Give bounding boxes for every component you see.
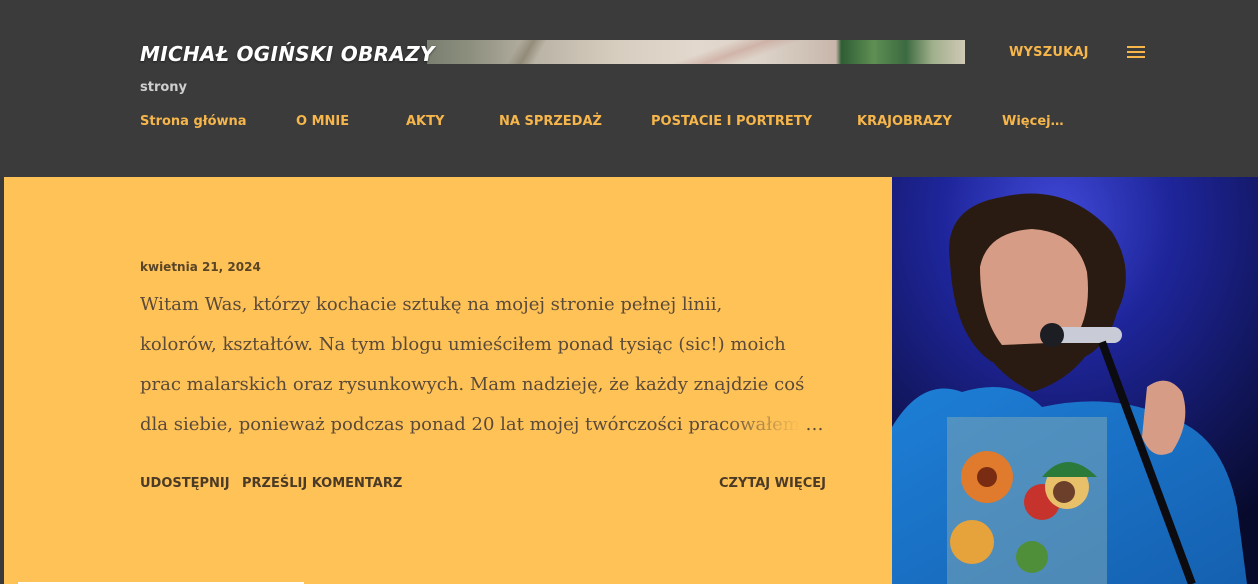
- nav-item-landscapes[interactable]: KRAJOBRAZY: [857, 114, 952, 129]
- post-snippet-line: kolorów, kształtów. Na tym blogu umieści…: [140, 334, 786, 355]
- menu-icon-bar: [1127, 46, 1145, 48]
- post-snippet: Witam Was, którzy kochacie sztukę na moj…: [140, 285, 830, 445]
- post-snippet-faded-text: pracowałem: [688, 414, 800, 435]
- post-snippet-text: dla siebie, ponieważ podczas ponad 20 la…: [140, 414, 689, 435]
- post-card: kwietnia 21, 2024 Witam Was, którzy koch…: [4, 177, 892, 584]
- search-button[interactable]: WYSZUKAJ: [1009, 45, 1089, 60]
- menu-icon-bar: [1127, 56, 1145, 58]
- nav-item-home[interactable]: Strona główna: [140, 114, 247, 129]
- site-subtitle: strony: [140, 80, 188, 95]
- hamburger-menu-icon[interactable]: [1127, 46, 1145, 60]
- site-header: MICHAŁ OGIŃSKI OBRAZY strony WYSZUKAJ St…: [0, 0, 1258, 177]
- header-banner-image: [427, 40, 965, 64]
- menu-icon-bar: [1127, 51, 1145, 53]
- post-featured-photo[interactable]: [892, 177, 1258, 584]
- nav-item-for-sale[interactable]: NA SPRZEDAŻ: [499, 114, 602, 129]
- post-snippet-ellipsis: …: [805, 414, 824, 435]
- performer-photo-illustration: [892, 177, 1258, 584]
- banner-brush-stroke: [467, 40, 587, 64]
- site-title[interactable]: MICHAŁ OGIŃSKI OBRAZY: [140, 41, 435, 67]
- nav-item-portraits[interactable]: POSTACIE I PORTRETY: [651, 114, 812, 129]
- nav-item-about[interactable]: O MNIE: [296, 114, 349, 129]
- share-button[interactable]: UDOSTĘPNIJ: [140, 476, 230, 491]
- nav-item-nudes[interactable]: AKTY: [406, 114, 444, 129]
- banner-brush-stroke: [657, 40, 817, 64]
- post-comment-button[interactable]: PRZEŚLIJ KOMENTARZ: [242, 476, 402, 491]
- post-snippet-line: prac malarskich oraz rysunkowych. Mam na…: [140, 374, 805, 395]
- post-snippet-line: Witam Was, którzy kochacie sztukę na moj…: [140, 294, 723, 315]
- post-snippet-line-last: dla siebie, ponieważ podczas ponad 20 la…: [140, 405, 830, 445]
- post-date[interactable]: kwietnia 21, 2024: [140, 260, 261, 274]
- nav-item-more[interactable]: Więcej…: [1002, 114, 1064, 129]
- read-more-button[interactable]: CZYTAJ WIĘCEJ: [719, 476, 826, 491]
